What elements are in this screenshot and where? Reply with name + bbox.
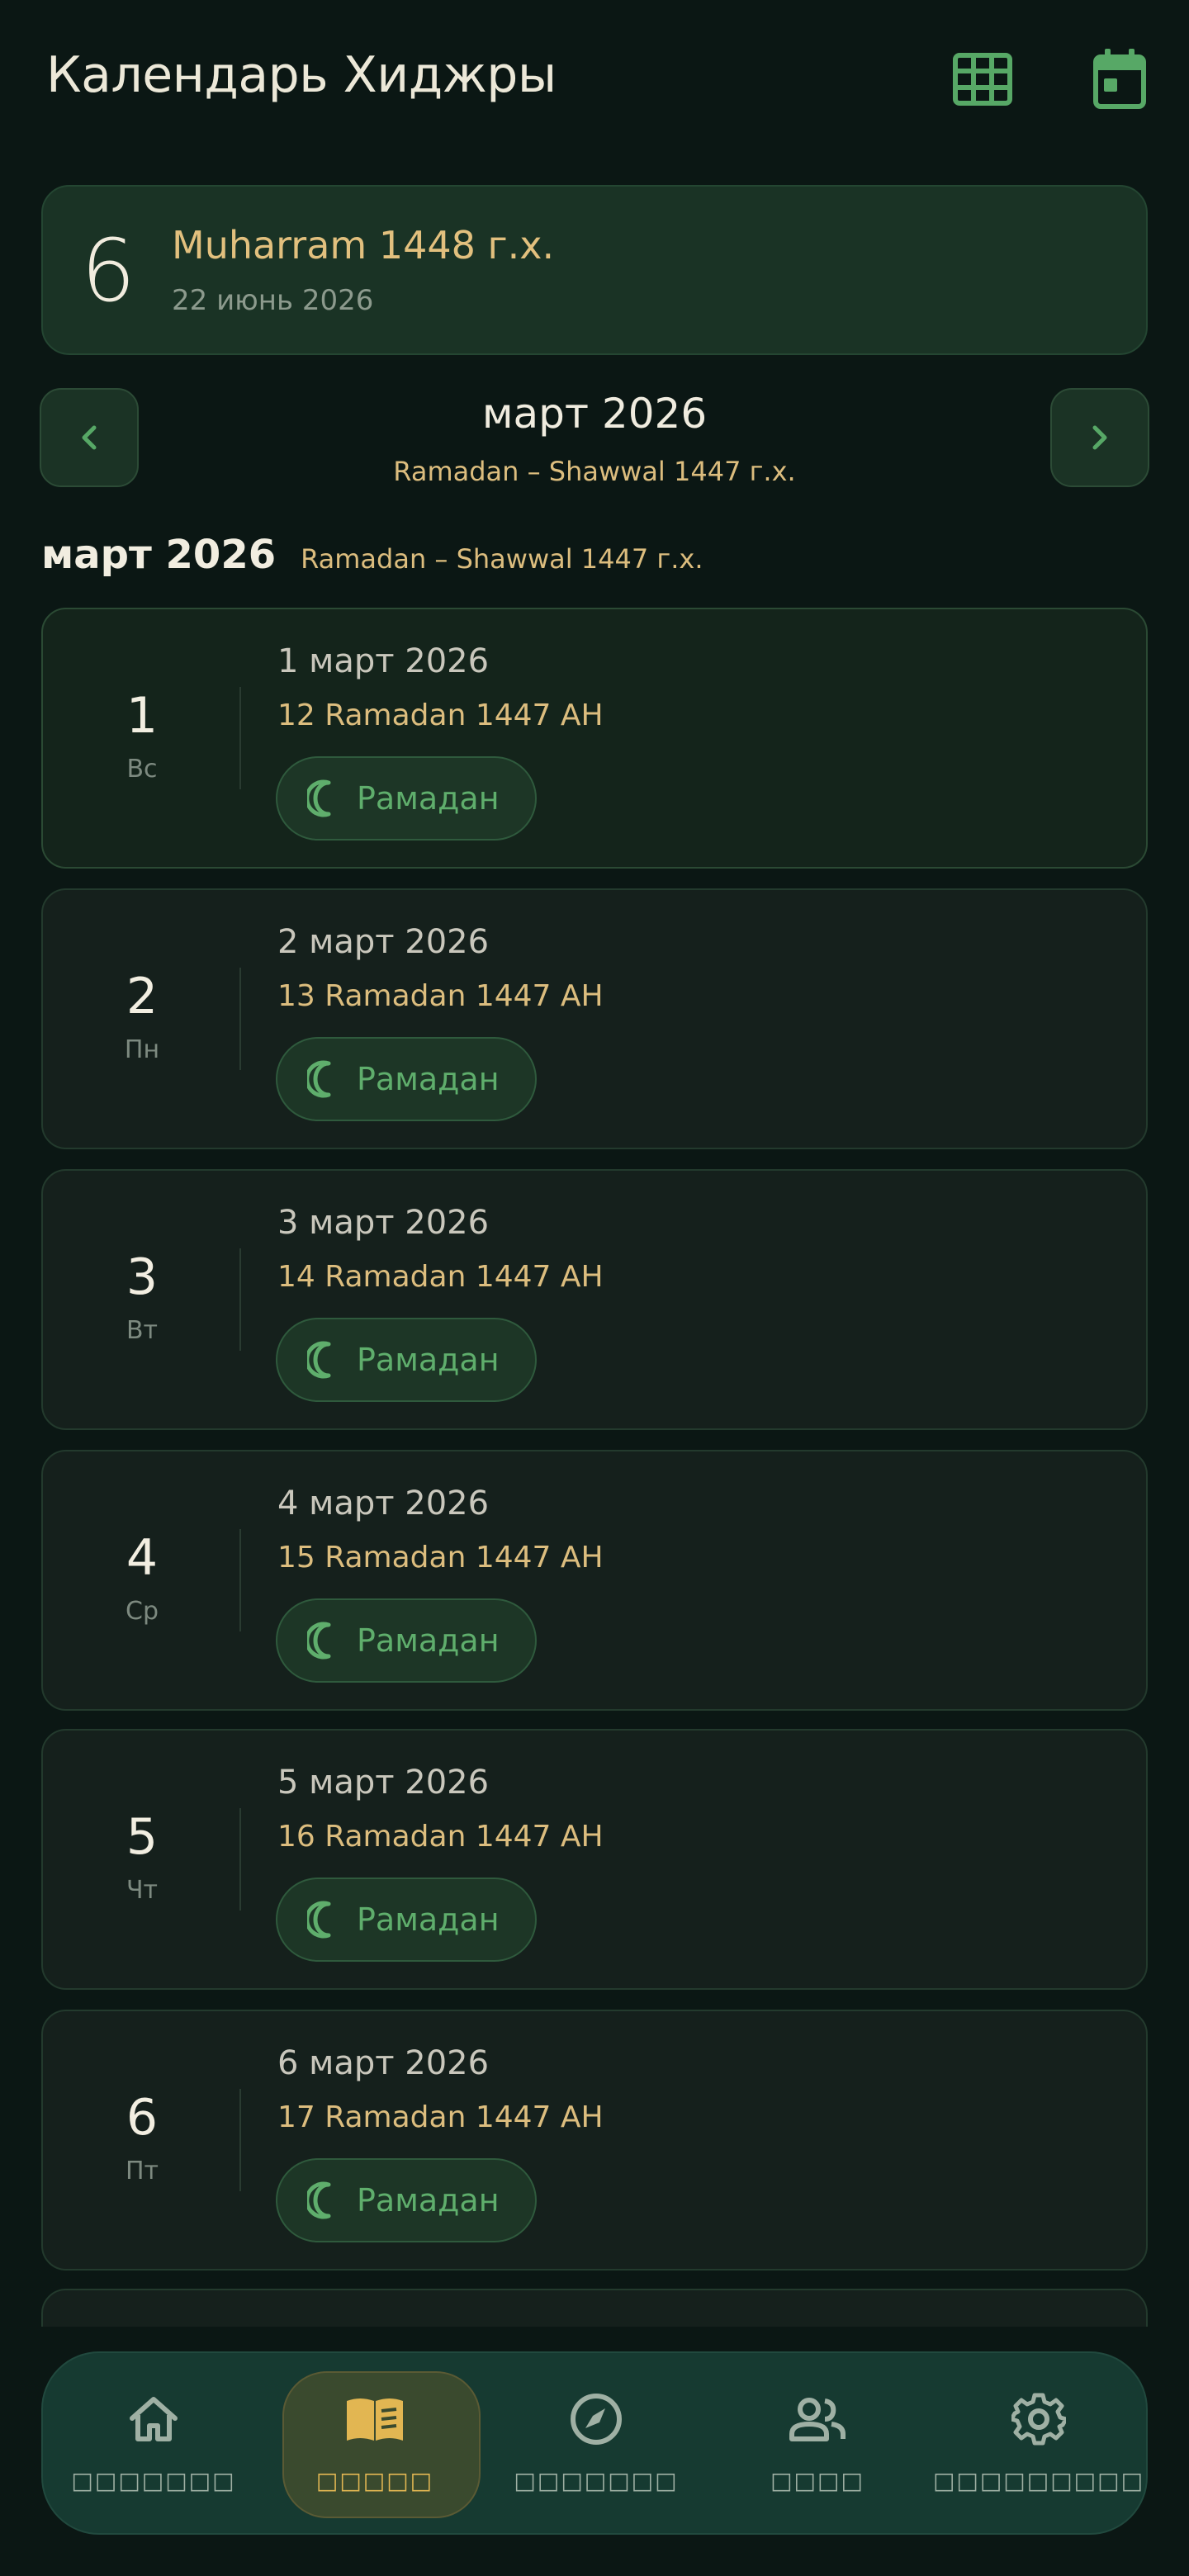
day-list[interactable]: 1 Вс 1 март 2026 12 Ramadan 1447 AH Рама…	[0, 0, 1189, 2327]
day-card[interactable]: 3 Вт 3 март 2026 14 Ramadan 1447 AH Рама…	[41, 1169, 1148, 1430]
chip-label: Рамадан	[357, 2182, 500, 2218]
gregorian-date: 3 март 2026	[277, 1204, 490, 1242]
weekday: Пт	[125, 2157, 159, 2185]
nav-item-book[interactable]: □□□□□	[264, 2353, 486, 2536]
day-number: 3	[126, 1248, 159, 1306]
nav-item-people[interactable]: □□□□	[707, 2353, 928, 2536]
nav-label: □□□□□□□	[71, 2467, 236, 2494]
divider	[239, 2089, 241, 2191]
chip-label: Рамадан	[357, 1622, 500, 1659]
day-card[interactable]: 4 Ср 4 март 2026 15 Ramadan 1447 AH Рама…	[41, 1450, 1148, 1711]
crescent-moon-icon	[307, 779, 331, 817]
home-icon	[43, 2386, 264, 2452]
nav-item-settings[interactable]: □□□□□□□□□	[928, 2353, 1149, 2536]
divider	[239, 968, 241, 1070]
day-number: 1	[126, 687, 159, 745]
book-icon	[264, 2386, 486, 2452]
nav-item-compass[interactable]: □□□□□□□	[486, 2353, 707, 2536]
nav-label: □□□□□	[315, 2467, 434, 2494]
day-number: 5	[126, 1808, 159, 1866]
compass-icon	[486, 2386, 707, 2452]
chip-label: Рамадан	[357, 780, 500, 817]
gregorian-date: 4 март 2026	[277, 1485, 490, 1522]
ramadan-chip[interactable]: Рамадан	[276, 1037, 537, 1121]
crescent-moon-icon	[307, 2181, 331, 2219]
divider	[239, 1808, 241, 1911]
weekday: Чт	[126, 1876, 159, 1905]
weekday: Вт	[126, 1316, 159, 1345]
weekday: Ср	[126, 1597, 159, 1626]
hijri-date: 17 Ramadan 1447 AH	[277, 2100, 604, 2134]
hijri-date: 12 Ramadan 1447 AH	[277, 698, 604, 732]
hijri-date: 16 Ramadan 1447 AH	[277, 1820, 604, 1854]
weekday: Вс	[126, 755, 158, 784]
gregorian-date: 6 март 2026	[277, 2044, 490, 2082]
ramadan-chip[interactable]: Рамадан	[276, 2158, 537, 2242]
bottom-navigation: □□□□□□□ □□□□□ □□□□□□□ □□□□ □□□□□□□□□	[41, 2351, 1148, 2535]
ramadan-chip[interactable]: Рамадан	[276, 1598, 537, 1683]
nav-label: □□□□□□□	[514, 2467, 679, 2494]
day-card-partial[interactable]	[41, 2289, 1148, 2327]
divider	[239, 1248, 241, 1351]
crescent-moon-icon	[307, 1901, 331, 1939]
gregorian-date: 1 март 2026	[277, 642, 490, 680]
people-icon	[707, 2386, 928, 2452]
day-number: 6	[126, 2089, 159, 2147]
gregorian-date: 5 март 2026	[277, 1764, 490, 1802]
divider	[239, 687, 241, 789]
weekday: Пн	[124, 1035, 160, 1064]
gregorian-date: 2 март 2026	[277, 923, 490, 961]
ramadan-chip[interactable]: Рамадан	[276, 756, 537, 841]
settings-icon	[928, 2386, 1149, 2452]
ramadan-chip[interactable]: Рамадан	[276, 1318, 537, 1402]
day-number: 4	[126, 1529, 159, 1587]
day-card[interactable]: 6 Пт 6 март 2026 17 Ramadan 1447 AH Рама…	[41, 2010, 1148, 2271]
day-number: 2	[126, 968, 159, 1025]
day-card[interactable]: 5 Чт 5 март 2026 16 Ramadan 1447 AH Рама…	[41, 1729, 1148, 1990]
nav-item-home[interactable]: □□□□□□□	[43, 2353, 264, 2536]
nav-label: □□□□□□□□□	[932, 2467, 1145, 2494]
chip-label: Рамадан	[357, 1901, 500, 1938]
hijri-date: 13 Ramadan 1447 AH	[277, 979, 604, 1013]
ramadan-chip[interactable]: Рамадан	[276, 1878, 537, 1962]
nav-label: □□□□	[770, 2467, 865, 2494]
hijri-date: 15 Ramadan 1447 AH	[277, 1541, 604, 1574]
crescent-moon-icon	[307, 1060, 331, 1098]
divider	[239, 1529, 241, 1631]
chip-label: Рамадан	[357, 1342, 500, 1378]
day-card[interactable]: 1 Вс 1 март 2026 12 Ramadan 1447 AH Рама…	[41, 608, 1148, 869]
hijri-date: 14 Ramadan 1447 AH	[277, 1260, 604, 1294]
crescent-moon-icon	[307, 1341, 331, 1379]
day-card[interactable]: 2 Пн 2 март 2026 13 Ramadan 1447 AH Рама…	[41, 888, 1148, 1149]
chip-label: Рамадан	[357, 1061, 500, 1097]
crescent-moon-icon	[307, 1622, 331, 1660]
